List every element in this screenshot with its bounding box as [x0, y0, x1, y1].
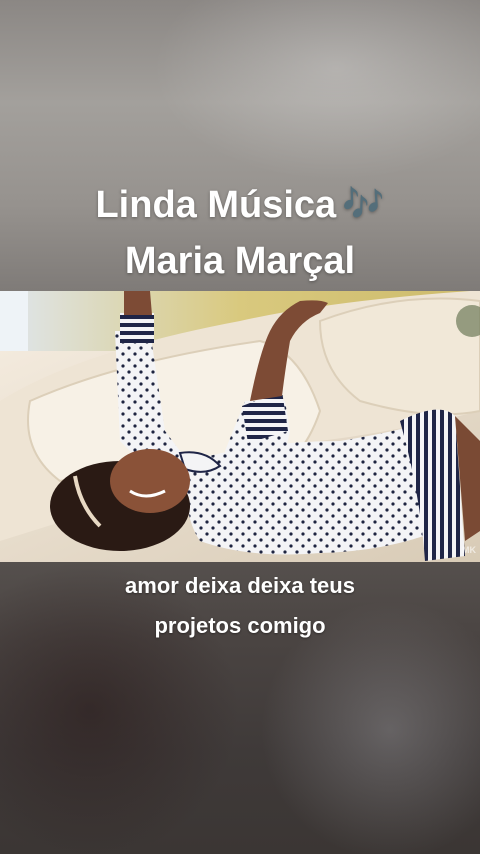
- left-cuff: [120, 313, 154, 343]
- face: [110, 449, 190, 513]
- overlay-title: Linda Música 🎶 Maria Marçal: [0, 176, 480, 289]
- caption-line-1: amor deixa deixa teus: [125, 573, 355, 598]
- video-frame[interactable]: MK: [0, 291, 480, 562]
- video-watermark: MK: [462, 545, 476, 555]
- title-text-1: Linda Música: [95, 184, 337, 226]
- video-still: MK: [0, 291, 480, 562]
- title-line-1: Linda Música 🎶: [0, 176, 480, 233]
- reel-screen: Linda Música 🎶 Maria Marçal MK amor deix…: [0, 0, 480, 854]
- caption-line-2: projetos comigo: [154, 613, 326, 638]
- music-notes-icon: 🎶: [342, 185, 385, 223]
- title-line-2: Maria Marçal: [124, 240, 356, 282]
- lyric-caption: amor deixa deixa teus projetos comigo: [0, 566, 480, 646]
